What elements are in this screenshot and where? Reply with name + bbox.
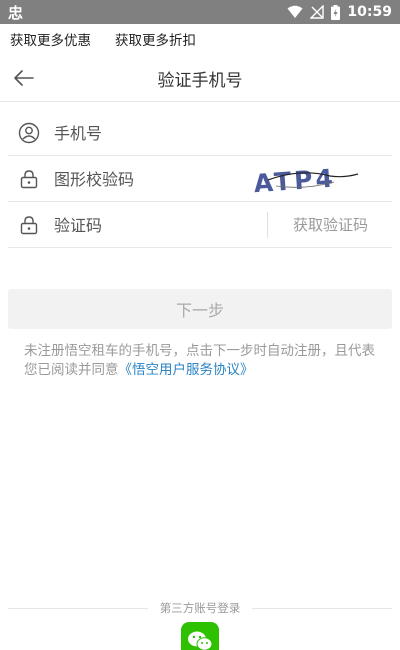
phone-input[interactable] xyxy=(54,118,234,148)
field-divider xyxy=(267,212,268,238)
user-icon xyxy=(18,122,40,144)
app-notification-icon: 忠 xyxy=(8,4,24,22)
page-title: 验证手机号 xyxy=(157,71,243,91)
wechat-login-button[interactable] xyxy=(181,622,219,650)
wechat-icon xyxy=(188,631,213,650)
sms-code-input[interactable] xyxy=(54,210,234,240)
signal-off-icon xyxy=(310,5,325,19)
battery-icon xyxy=(331,4,341,20)
next-step-button[interactable]: 下一步 xyxy=(8,289,392,329)
clock: 10:59 xyxy=(347,4,392,20)
divider-line-right xyxy=(252,608,392,609)
captcha-input[interactable] xyxy=(54,164,234,194)
wifi-icon xyxy=(287,5,303,18)
phone-row xyxy=(8,110,392,156)
third-party-login: 第三方账号登录 xyxy=(8,600,392,616)
verification-form: ATP4 获取验证码 xyxy=(8,110,392,248)
lock-icon xyxy=(20,216,38,235)
captcha-row: ATP4 xyxy=(8,156,392,202)
status-bar: 忠 10:59 xyxy=(0,0,400,24)
code-row: 获取验证码 xyxy=(8,202,392,248)
promo-bar: 获取更多优惠 获取更多折扣 xyxy=(0,24,400,54)
promo-link-deals[interactable]: 获取更多折扣 xyxy=(115,29,196,49)
user-agreement-link[interactable]: 《悟空用户服务协议》 xyxy=(119,362,254,378)
agreement-notice: 未注册悟空租车的手机号，点击下一步时自动注册，且代表您已阅读并同意《悟空用户服务… xyxy=(24,342,380,380)
get-code-button[interactable]: 获取验证码 xyxy=(293,214,368,235)
captcha-image[interactable]: ATP4 xyxy=(246,160,362,198)
navigation-bar: 验证手机号 xyxy=(0,54,400,102)
lock-icon xyxy=(20,170,38,189)
status-icons: 10:59 xyxy=(287,0,392,24)
promo-link-discounts[interactable]: 获取更多优惠 xyxy=(10,29,91,49)
captcha-text: ATP4 xyxy=(253,164,337,198)
